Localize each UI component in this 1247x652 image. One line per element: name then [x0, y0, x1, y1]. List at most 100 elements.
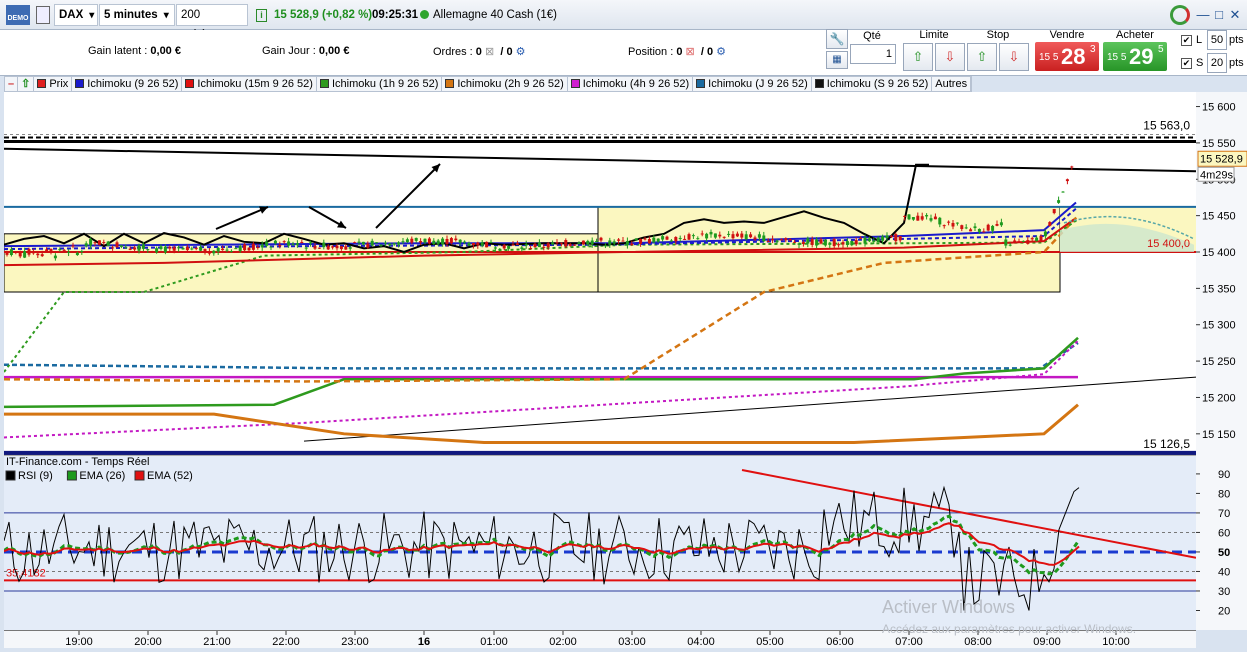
position[interactable]: Position : 0 ⊠ / 0 ⚙: [628, 45, 726, 58]
candle-body: [31, 252, 35, 254]
stop-points-input[interactable]: [1207, 53, 1227, 73]
candle-body: [960, 225, 964, 229]
legend-item[interactable]: Autres: [932, 77, 972, 91]
legend-add-icon[interactable]: ⇧: [18, 77, 35, 91]
stop-buy-button[interactable]: ⇧: [967, 43, 997, 71]
candle-body: [427, 238, 431, 244]
wrench-icon[interactable]: 🔧: [826, 29, 848, 49]
candle-body: [1061, 191, 1065, 193]
sell-button[interactable]: 15 5 28 3: [1035, 42, 1099, 71]
quantity-input[interactable]: [850, 44, 896, 64]
settings-icon[interactable]: ⚙: [516, 46, 526, 58]
candle-body: [146, 249, 150, 251]
limit-points-input[interactable]: [1207, 30, 1227, 50]
legend-item[interactable]: Ichimoku (15m 9 26 52): [182, 77, 317, 91]
candle-body: [639, 238, 643, 244]
candle-body: [705, 233, 709, 239]
legend-item[interactable]: Prix: [34, 77, 73, 91]
candle-body: [181, 248, 185, 250]
candle-body: [115, 242, 119, 248]
y-axis[interactable]: 15 60015 55015 50015 45015 40015 35015 3…: [1196, 92, 1247, 630]
candle-body: [27, 249, 31, 255]
candle-body: [590, 240, 594, 245]
close-icon[interactable]: ✕: [1226, 7, 1244, 23]
candle-body: [207, 251, 211, 254]
candle-body: [731, 234, 735, 239]
candle-body: [991, 225, 995, 231]
legend-label: Ichimoku (J 9 26 52): [708, 78, 808, 90]
candle-body: [383, 242, 387, 244]
price-tag-label: 15 528,9: [1200, 153, 1243, 165]
ordres[interactable]: Ordres : 0 ⊠ / 0 ⚙: [433, 45, 526, 58]
legend-item[interactable]: Ichimoku (S 9 26 52): [812, 77, 933, 91]
candle-body: [251, 243, 255, 250]
y-tick-label: 15 550: [1202, 138, 1236, 150]
candle-body: [71, 245, 75, 247]
rsi-y-tick-label: 80: [1218, 488, 1230, 500]
candle-body: [740, 233, 744, 238]
refresh-icon[interactable]: [1170, 5, 1190, 25]
limit-sell-button[interactable]: ⇩: [935, 43, 965, 71]
y-tick-label: 15 350: [1202, 283, 1236, 295]
candle-body: [1004, 239, 1008, 246]
legend-item[interactable]: Ichimoku (1h 9 26 52): [317, 77, 443, 91]
limit-pts-label: pts: [1229, 34, 1244, 46]
candle-body: [137, 245, 141, 251]
candle-body: [537, 242, 541, 248]
candle-body: [493, 247, 497, 249]
legend-item[interactable]: Ichimoku (2h 9 26 52): [442, 77, 568, 91]
candle-body: [190, 248, 194, 250]
units-select[interactable]: 200 unités: [176, 4, 248, 41]
stop-checkbox[interactable]: ✔: [1181, 58, 1192, 69]
candle-body: [221, 248, 225, 251]
legend-item[interactable]: Ichimoku (4h 9 26 52): [568, 77, 694, 91]
rsi-35-label: 35,4182: [6, 567, 46, 579]
instrument-select[interactable]: DAX: [54, 4, 98, 26]
candle-body: [423, 238, 427, 243]
candle-body: [1043, 231, 1047, 237]
candle-body: [410, 238, 414, 243]
candle-body: [419, 241, 423, 243]
info-icon[interactable]: i: [256, 9, 267, 22]
chart-canvas[interactable]: 15 563,0 15 400,0 15 126,5 IT-Finance.com -…: [3, 92, 1197, 630]
close-position-icon[interactable]: ⊠: [686, 46, 695, 58]
keypad-icon[interactable]: ▦: [826, 51, 848, 69]
rsi-legend-label: EMA (26): [79, 470, 125, 482]
candle-body: [84, 243, 88, 246]
timeframe-select[interactable]: 5 minutes: [99, 4, 175, 26]
candle-body: [551, 242, 555, 245]
candle-body: [850, 240, 854, 246]
candle-body: [559, 242, 563, 244]
candle-body: [520, 247, 524, 249]
limit-checkbox[interactable]: ✔: [1181, 35, 1192, 46]
candle-body: [674, 237, 678, 242]
candle-body: [630, 243, 634, 246]
candle-body: [449, 238, 453, 244]
position-settings-icon[interactable]: ⚙: [716, 46, 726, 58]
x-tick-label: 19:00: [65, 636, 93, 648]
candle-body: [845, 241, 849, 246]
candle-body: [414, 237, 418, 241]
rsi-y-tick-label: 30: [1218, 586, 1230, 598]
candle-body: [185, 247, 189, 251]
candle-body: [801, 242, 805, 244]
legend-item[interactable]: Ichimoku (J 9 26 52): [693, 77, 812, 91]
buy-button[interactable]: 15 5 29 5: [1103, 42, 1167, 71]
legend-item[interactable]: Ichimoku (9 26 52): [72, 77, 183, 91]
price-and-rsi-chart[interactable]: 15 563,0 15 400,0 15 126,5 IT-Finance.com -…: [3, 92, 1197, 630]
candle-body: [229, 251, 233, 253]
stop-sell-button[interactable]: ⇩: [999, 43, 1029, 71]
candle-body: [876, 237, 880, 243]
demo-logo: DEMO: [6, 5, 30, 25]
legend-remove-icon[interactable]: –: [5, 77, 19, 91]
rsi-legend-swatch: [5, 470, 16, 481]
candle-body: [621, 240, 625, 242]
candle-body: [771, 239, 775, 241]
rsi-legend-label: EMA (52): [147, 470, 193, 482]
cancel-orders-icon[interactable]: ⊠: [485, 46, 494, 58]
legend-swatch-icon: [570, 79, 580, 88]
limit-buy-button[interactable]: ⇧: [903, 43, 933, 71]
screenshot-icon[interactable]: [36, 6, 50, 24]
candle-body: [62, 249, 66, 251]
stop-checkbox-label: S: [1196, 57, 1204, 69]
